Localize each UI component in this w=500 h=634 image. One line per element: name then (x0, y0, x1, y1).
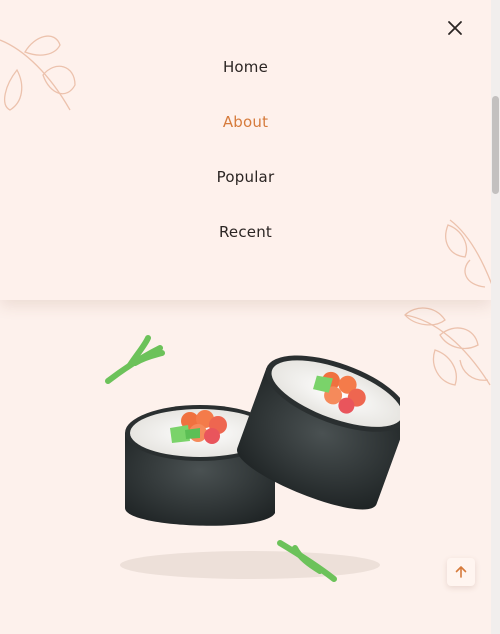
close-button[interactable] (444, 17, 466, 39)
nav-item-about[interactable]: About (0, 113, 491, 131)
page: Home About Popular Recent (0, 0, 491, 634)
arrow-up-icon (455, 566, 467, 578)
sushi-image (105, 335, 400, 582)
nav-menu: Home About Popular Recent (0, 0, 491, 300)
nav-item-home[interactable]: Home (0, 58, 491, 76)
close-icon (448, 21, 462, 35)
nav-item-recent[interactable]: Recent (0, 223, 491, 241)
leaf-decoration-bottom-right (404, 307, 491, 386)
scrollbar-thumb[interactable] (492, 96, 499, 194)
nav-item-popular[interactable]: Popular (0, 168, 491, 186)
scrollbar[interactable] (491, 0, 500, 634)
scroll-up-button[interactable] (447, 558, 475, 586)
